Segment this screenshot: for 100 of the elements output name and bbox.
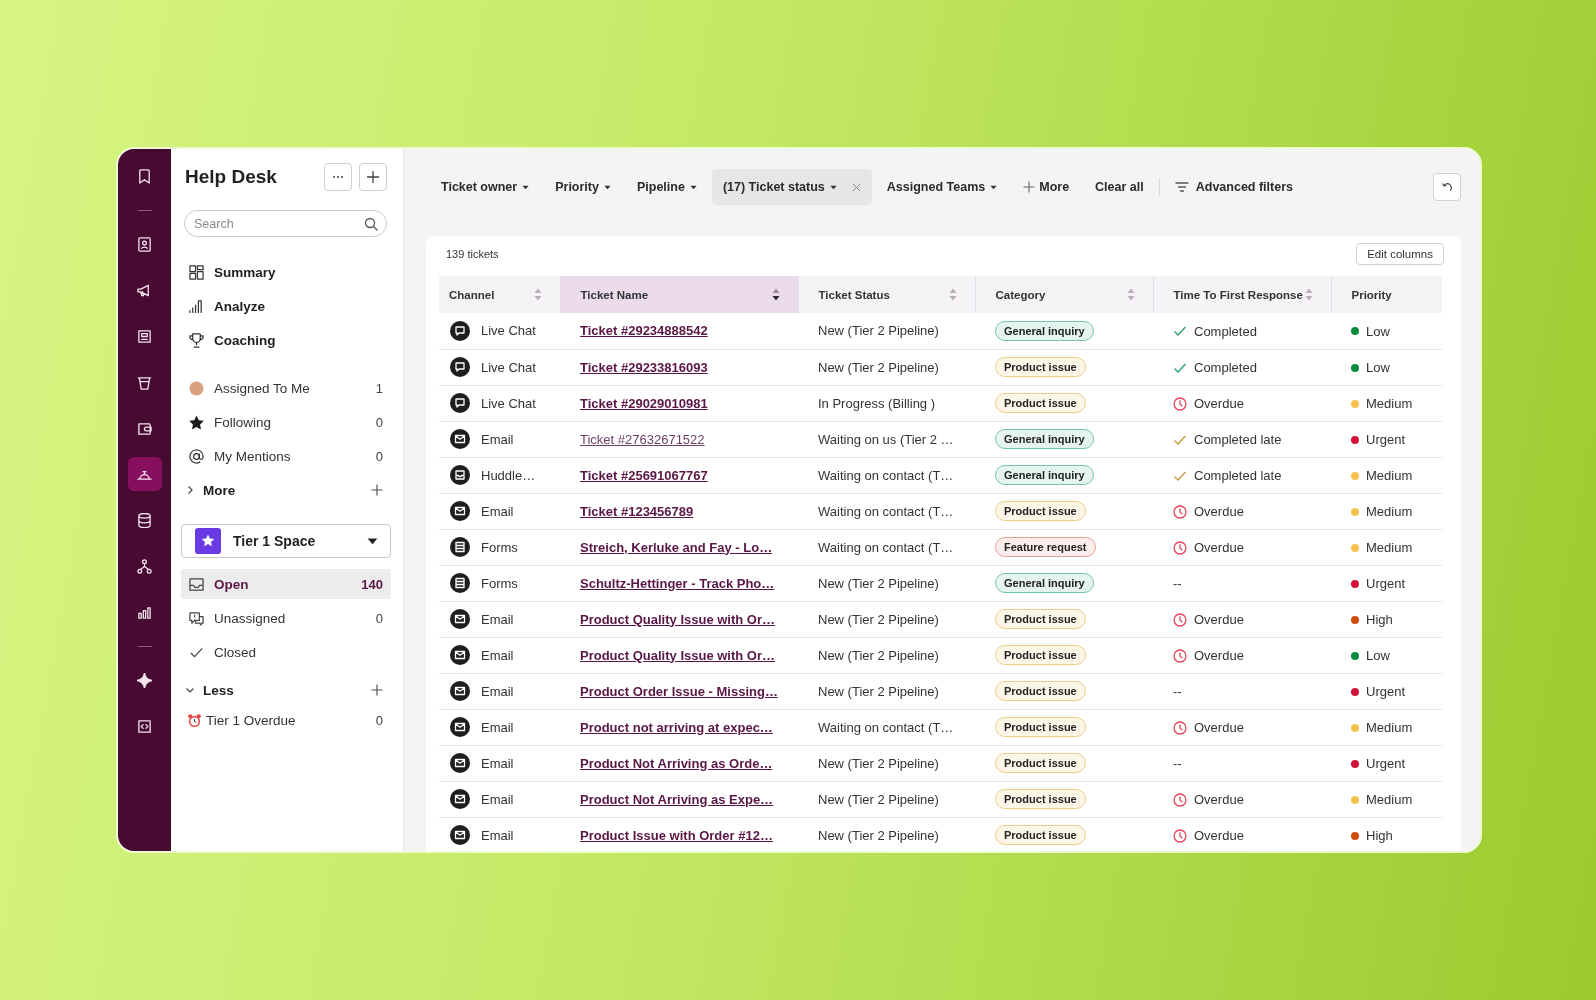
ticket-link[interactable]: Product Quality Issue with Or… <box>580 611 776 627</box>
column-header[interactable]: Ticket Name <box>560 276 798 313</box>
ticket-status: New (Tier 2 Pipeline) <box>818 611 939 627</box>
ticket-link[interactable]: Ticket #25691067767 <box>580 467 708 483</box>
filter-dropdown[interactable]: Ticket owner <box>430 169 541 205</box>
category-tag: Product issue <box>995 501 1086 521</box>
ticket-link[interactable]: Ticket #29029010981 <box>580 395 708 411</box>
filter-dropdown[interactable]: Assigned Teams <box>875 169 1009 205</box>
add-button[interactable] <box>371 484 383 496</box>
ticket-status: New (Tier 2 Pipeline) <box>818 791 939 807</box>
priority-label: Medium <box>1366 720 1413 736</box>
channel-label: Forms <box>481 539 518 555</box>
edit-columns-button[interactable]: Edit columns <box>1356 243 1444 265</box>
priority-label: Urgent <box>1366 432 1406 448</box>
section-toggle[interactable]: Less <box>185 682 234 698</box>
envelope-icon <box>450 825 470 845</box>
response-time: Overdue <box>1194 648 1244 664</box>
column-header[interactable]: Category <box>975 276 1153 313</box>
priority-label: High <box>1366 612 1393 628</box>
channel-label: Email <box>481 791 514 807</box>
space-dropdown[interactable]: Tier 1 Space <box>181 524 391 558</box>
ticket-link[interactable]: Product Issue with Order #12… <box>580 827 773 843</box>
ticket-link[interactable]: Product not arriving at expec… <box>580 719 773 735</box>
sidebar-item[interactable]: My Mentions 0 <box>181 439 391 473</box>
response-time: -- <box>1173 576 1182 592</box>
response-time: Completed late <box>1194 468 1282 484</box>
caret-down-icon <box>522 184 530 190</box>
ticket-link[interactable]: Ticket #123456789 <box>580 503 694 519</box>
category-tag: Product issue <box>995 789 1086 809</box>
ticket-link[interactable]: Ticket #27632671522 <box>580 431 705 447</box>
star-icon <box>189 414 204 430</box>
form-icon <box>450 573 470 593</box>
undo-button[interactable] <box>1433 173 1461 201</box>
category-tag: General inquiry <box>995 320 1094 341</box>
advanced-filters-button[interactable]: Advanced filters <box>1163 169 1304 205</box>
caret-down-icon <box>603 184 611 190</box>
ticket-link[interactable]: Product Quality Issue with Or… <box>580 647 776 663</box>
ticket-link[interactable]: Streich, Kerluke and Fay - Lo… <box>580 539 773 555</box>
add-filter-button[interactable]: More <box>1012 169 1081 205</box>
search-field[interactable]: Search <box>184 210 387 237</box>
item-count: 1 <box>375 380 383 396</box>
envelope-icon <box>450 717 470 737</box>
network-icon <box>137 558 152 574</box>
response-time: Overdue <box>1194 828 1244 844</box>
item-count: 0 <box>375 414 383 430</box>
sidebar-item[interactable]: Following 0 <box>181 405 391 439</box>
envelope-icon <box>450 681 470 701</box>
ticket-link[interactable]: Schultz-Hettinger - Track Pho… <box>580 575 775 591</box>
ticket-status: Waiting on contact (T… <box>818 467 954 483</box>
channel-label: Live Chat <box>481 395 536 411</box>
filter-dropdown[interactable]: (17) Ticket status <box>711 169 872 205</box>
sparkle-icon <box>137 672 152 688</box>
priority-label: Low <box>1366 648 1390 664</box>
column-header[interactable]: Ticket Status <box>798 276 975 313</box>
plus-icon <box>1023 181 1036 193</box>
clear-filters-button[interactable]: Clear all <box>1084 169 1155 205</box>
response-time: Overdue <box>1194 720 1244 736</box>
ticket-status: Waiting on us (Tier 2 … <box>818 431 954 447</box>
sidebar-item[interactable]: Unassigned 0 <box>181 603 391 633</box>
item-count: 140 <box>361 576 383 592</box>
plus-icon <box>371 484 383 496</box>
filter-dropdown[interactable]: Pipeline <box>625 169 708 205</box>
column-header[interactable]: Channel <box>439 276 560 313</box>
priority-label: Medium <box>1366 504 1413 520</box>
item-count: 0 <box>375 448 383 464</box>
ticket-link[interactable]: Ticket #29233816093 <box>580 359 708 375</box>
caret-down-icon <box>990 184 998 190</box>
response-time: Overdue <box>1194 540 1244 556</box>
undo-icon <box>1441 181 1453 193</box>
close-icon[interactable] <box>851 182 861 192</box>
sidebar-item[interactable]: Summary <box>181 255 391 289</box>
ticket-link[interactable]: Ticket #29234888542 <box>580 323 708 339</box>
envelope-icon <box>450 645 470 665</box>
priority-label: Medium <box>1366 540 1413 556</box>
ticket-link[interactable]: Product Order Issue - Missing… <box>580 683 778 699</box>
filter-dropdown[interactable]: Priority <box>544 169 622 205</box>
section-toggle[interactable]: More <box>185 482 236 498</box>
sidebar-item[interactable]: Tier 1 Overdue 0 <box>181 705 391 735</box>
column-header[interactable]: Time To First Response <box>1153 276 1331 313</box>
add-button[interactable] <box>371 684 383 696</box>
avatar-icon <box>189 380 204 396</box>
sidebar-item[interactable]: Analyze <box>181 289 391 323</box>
sidebar-item[interactable]: Open 140 <box>181 569 391 599</box>
ticket-link[interactable]: Product Not Arriving as Orde… <box>580 755 773 771</box>
ticket-status: New (Tier 2 Pipeline) <box>818 359 939 375</box>
response-time: -- <box>1173 756 1182 772</box>
sidebar-item[interactable]: Assigned To Me 1 <box>181 371 391 405</box>
channel-label: Email <box>481 827 514 843</box>
sidebar-item[interactable]: Coaching <box>181 323 391 357</box>
response-time: -- <box>1173 684 1182 700</box>
priority-label: Urgent <box>1366 756 1406 772</box>
category-tag: Product issue <box>995 393 1086 413</box>
inbox-icon <box>189 576 204 592</box>
sidebar-item[interactable]: Closed <box>181 637 391 667</box>
ticket-status: Waiting on contact (T… <box>818 719 954 735</box>
ticket-link[interactable]: Product Not Arriving as Expe… <box>580 791 774 807</box>
category-tag: Product issue <box>995 357 1086 377</box>
rail-button[interactable] <box>127 457 162 491</box>
category-tag: General inquiry <box>995 465 1094 485</box>
ticket-status: In Progress (Billing ) <box>818 395 936 411</box>
